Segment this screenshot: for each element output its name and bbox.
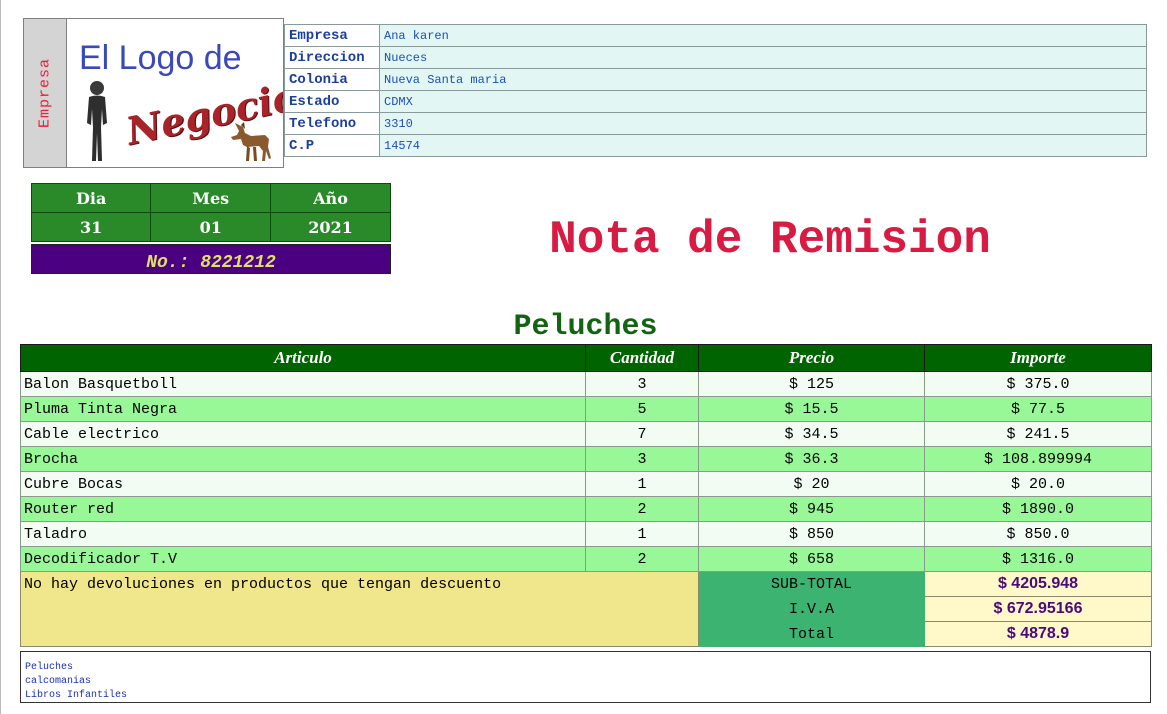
info-value[interactable]: CDMX [379,90,1147,113]
cell-article[interactable]: Pluma Tinta Negra [20,396,586,422]
list-item[interactable]: Libros Infantiles [25,689,1146,703]
day-value[interactable]: 31 [30,212,152,242]
total-value: $ 4878.9 [924,621,1152,647]
cell-quantity[interactable]: 3 [585,371,699,397]
cell-amount: $ 108.899994 [924,446,1152,472]
cell-article[interactable]: Taladro [20,521,586,547]
info-value[interactable]: Nueva Santa maria [379,68,1147,91]
table-row: Pluma Tinta Negra 5 $ 15.5 $ 77.5 [20,396,1152,422]
info-label: Telefono [284,112,380,135]
cell-price[interactable]: $ 125 [698,371,925,397]
info-row-cp: C.P 14574 [284,134,1147,157]
category-title: Peluches [513,310,658,344]
subtotal-value: $ 4205.948 [924,571,1152,597]
cell-price[interactable]: $ 945 [698,496,925,522]
list-item[interactable]: calcomanias [25,675,1146,689]
date-table: Dia Mes Año 31 01 2021 [30,183,391,242]
table-row: Decodificador T.V 2 $ 658 $ 1316.0 [20,546,1152,572]
logo-side-label: Empresa [23,18,67,168]
cell-article[interactable]: Brocha [20,446,586,472]
info-value[interactable]: Nueces [379,46,1147,69]
page-title: Nota de Remision [549,214,991,266]
info-label: C.P [284,134,380,157]
cell-quantity[interactable]: 5 [585,396,699,422]
cell-article[interactable]: Cubre Bocas [20,471,586,497]
cell-amount: $ 375.0 [924,371,1152,397]
cell-amount: $ 20.0 [924,471,1152,497]
month-label: Mes [150,183,272,213]
cell-price[interactable]: $ 36.3 [698,446,925,472]
header-amount: Importe [924,344,1152,372]
returns-note: No hay devoluciones en productos que ten… [20,571,699,647]
list-item[interactable]: Peluches [25,661,1146,675]
business-logo: El Logo de Negocio [67,18,284,168]
table-row: Cable electrico 7 $ 34.5 $ 241.5 [20,421,1152,447]
cell-amount: $ 241.5 [924,421,1152,447]
cell-amount: $ 1316.0 [924,546,1152,572]
cell-quantity[interactable]: 1 [585,521,699,547]
dog-icon [231,122,271,161]
month-value[interactable]: 01 [150,212,272,242]
info-row-estado: Estado CDMX [284,90,1147,113]
categories-list: Peluches calcomanias Libros Infantiles [20,651,1151,703]
cell-quantity[interactable]: 7 [585,421,699,447]
table-row: Balon Basquetboll 3 $ 125 $ 375.0 [20,371,1152,397]
cell-article[interactable]: Router red [20,496,586,522]
cell-article[interactable]: Cable electrico [20,421,586,447]
info-label: Direccion [284,46,380,69]
logo-side-text: Empresa [36,57,54,129]
table-row: Taladro 1 $ 850 $ 850.0 [20,521,1152,547]
person-figure-icon [87,81,107,161]
cell-article[interactable]: Decodificador T.V [20,546,586,572]
info-row-direccion: Direccion Nueces [284,46,1147,69]
cell-article[interactable]: Balon Basquetboll [20,371,586,397]
year-label: Año [270,183,391,213]
page-left-edge [0,0,1,714]
info-label: Estado [284,90,380,113]
info-label: Empresa [284,24,380,47]
header-article: Articulo [20,344,586,372]
year-value[interactable]: 2021 [270,212,391,242]
cell-quantity[interactable]: 2 [585,546,699,572]
products-table: Articulo Cantidad Precio Importe Balon B… [20,344,1152,647]
iva-value: $ 672.95166 [924,596,1152,622]
header-quantity: Cantidad [585,344,699,372]
note-number: No.: 8221212 [31,244,391,274]
info-row-telefono: Telefono 3310 [284,112,1147,135]
table-row: Router red 2 $ 945 $ 1890.0 [20,496,1152,522]
logo-line-1: El Logo de [79,39,242,77]
subtotal-label: SUB-TOTAL [698,571,925,597]
table-row: Brocha 3 $ 36.3 $ 108.899994 [20,446,1152,472]
cell-price[interactable]: $ 15.5 [698,396,925,422]
cell-price[interactable]: $ 850 [698,521,925,547]
cell-amount: $ 1890.0 [924,496,1152,522]
info-label: Colonia [284,68,380,91]
iva-label: I.V.A [698,596,925,622]
header-price: Precio [698,344,925,372]
cell-amount: $ 850.0 [924,521,1152,547]
table-header-row: Articulo Cantidad Precio Importe [20,344,1152,372]
cell-price[interactable]: $ 658 [698,546,925,572]
info-value[interactable]: 14574 [379,134,1147,157]
day-label: Dia [30,183,152,213]
table-row: Cubre Bocas 1 $ 20 $ 20.0 [20,471,1152,497]
cell-amount: $ 77.5 [924,396,1152,422]
total-label: Total [698,621,925,647]
info-row-colonia: Colonia Nueva Santa maria [284,68,1147,91]
company-info-table: Empresa Ana karen Direccion Nueces Colon… [284,24,1147,157]
totals-row-subtotal: No hay devoluciones en productos que ten… [20,571,1152,647]
info-value[interactable]: 3310 [379,112,1147,135]
cell-quantity[interactable]: 2 [585,496,699,522]
info-value[interactable]: Ana karen [379,24,1147,47]
info-row-empresa: Empresa Ana karen [284,24,1147,47]
cell-price[interactable]: $ 20 [698,471,925,497]
cell-quantity[interactable]: 1 [585,471,699,497]
cell-price[interactable]: $ 34.5 [698,421,925,447]
cell-quantity[interactable]: 3 [585,446,699,472]
